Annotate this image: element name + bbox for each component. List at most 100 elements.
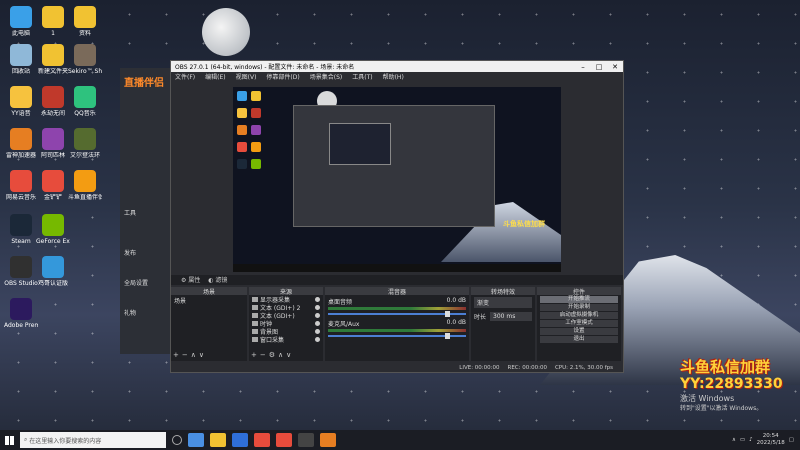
desktop-icon[interactable]: 艾尔登法环 [68,128,102,159]
source-row[interactable]: 窗口采集 [249,335,323,344]
desktop-icon[interactable]: QQ音乐 [68,86,102,117]
bg-app-item[interactable]: 工具 [124,208,136,217]
desktop-icon[interactable]: Sekiro™ Shadow... [68,44,102,75]
desktop-icon[interactable]: Steam [4,214,38,245]
obs-title: OBS 27.0.1 (64-bit, windows) - 配置文件: 未命名… [175,64,355,71]
gear-icon[interactable]: ⚙ [181,277,186,284]
filter-icon[interactable]: ◐ [208,277,213,284]
sources-controls[interactable]: +−⚙∧∨ [251,351,294,359]
monitor-icon [252,296,258,302]
eye-icon[interactable] [315,312,320,318]
volume-icon[interactable]: ♪ [749,437,753,443]
filters-button[interactable]: 滤镜 [215,277,227,284]
douyu-icon[interactable] [320,433,336,447]
app-icon [74,44,96,66]
app-icon [74,6,96,28]
controls-header: 控件 [537,287,621,296]
menu-tools[interactable]: 工具(T) [352,72,372,81]
desktop-icon-label: 新建文件夹 [37,68,68,75]
bg-app-item[interactable]: 礼物 [124,308,136,317]
obs-taskbar-icon[interactable] [298,433,314,447]
desktop-icon[interactable]: 阿司匹林 [36,128,70,159]
maximize-icon[interactable]: □ [591,63,607,71]
scene-item[interactable]: 场景 [171,295,247,306]
desktop-icon[interactable]: Adobe Premie... [4,298,38,329]
desktop-icon-label: YY语音 [11,110,31,117]
eye-icon[interactable] [315,320,320,326]
network-icon[interactable]: ▭ [740,437,745,443]
eye-icon[interactable] [315,304,320,310]
obs-titlebar[interactable]: OBS 27.0.1 (64-bit, windows) - 配置文件: 未命名… [171,61,623,72]
image-icon [252,328,258,334]
volume-slider[interactable] [328,311,466,317]
bg-app-item[interactable]: 全局设置 [124,278,148,287]
desktop-icon[interactable]: 此电脑 [4,6,38,37]
transition-select[interactable]: 渐变 [471,295,535,310]
text-icon [252,312,258,318]
desktop-icon[interactable]: 金铲铲 [36,170,70,201]
task-view-icon[interactable] [188,433,204,447]
app-icon [10,128,32,150]
start-button[interactable] [0,430,18,450]
file-explorer-icon[interactable] [210,433,226,447]
weibo-icon[interactable] [276,433,292,447]
menu-file[interactable]: 文件(F) [175,72,195,81]
app-icon [10,214,32,236]
taskbar-search[interactable]: ⌕ 在这里输入你要搜索的内容 [20,432,166,448]
app-icon [74,128,96,150]
eye-icon[interactable] [315,296,320,302]
desktop-icon[interactable]: 鸡哥认证版 [36,256,70,287]
desktop-icon[interactable]: 永劫无间 [36,86,70,117]
desktop-icon[interactable]: 资料 [68,6,102,37]
sources-dock: 来源 显示器采集 文本 (GDI+) 2 文本 (GDI+) 时钟 背景图 窗口… [249,287,323,361]
app-icon [10,6,32,28]
desktop-icon[interactable]: 1 [36,6,70,37]
desktop-icon[interactable]: OBS Studio [4,256,38,287]
properties-button[interactable]: 属性 [188,277,200,284]
search-placeholder: 在这里输入你要搜索的内容 [29,437,102,445]
studio-mode-button[interactable]: 工作室模式 [540,320,618,327]
vscode-icon[interactable] [232,433,248,447]
desktop-icon[interactable]: 新建文件夹 [36,44,70,75]
desktop-icon-label: 鸡哥认证版 [37,280,68,287]
start-recording-button[interactable]: 开始录制 [540,304,618,311]
duration-input[interactable]: 300 ms [490,312,532,321]
scenes-controls[interactable]: +−∧∨ [173,351,207,359]
menu-scene-collection[interactable]: 场景集合(S) [310,72,343,81]
preview-nested-obs [293,105,495,227]
netease-icon[interactable] [254,433,270,447]
chevron-up-icon[interactable]: ∧ [732,437,736,443]
desktop-icon-label: 永劫无间 [40,110,65,117]
desktop-icon[interactable]: 回收站 [4,44,38,75]
window-icon [252,336,258,342]
background-app-window[interactable]: 直播伴侣 工具 发布 全局设置 礼物 [120,68,172,354]
settings-button[interactable]: 设置 [540,328,618,335]
menu-edit[interactable]: 编辑(E) [205,72,225,81]
cpu-status: CPU: 2.1%, 30.00 fps [554,364,613,371]
obs-preview[interactable]: 斗鱼私信加群 [233,87,561,272]
eye-icon[interactable] [315,336,320,342]
menu-docks[interactable]: 停靠部件(D) [266,72,299,81]
start-streaming-button[interactable]: 开始推流 [540,296,618,303]
cortana-icon[interactable] [172,435,182,445]
desktop-icon-label: 艾尔登法环 [69,152,100,159]
desktop-icon[interactable]: 斗鱼直播伴侣 [68,170,102,201]
desktop-icon[interactable]: YY语音 [4,86,38,117]
clock[interactable]: 20:54 2022/5/18 [757,433,785,447]
bg-app-item[interactable]: 发布 [124,248,136,257]
volume-slider[interactable] [328,333,466,339]
menu-help[interactable]: 帮助(H) [383,72,404,81]
desktop-icon[interactable]: 雷神加速器 [4,128,38,159]
minimize-icon[interactable]: – [575,63,591,71]
exit-button[interactable]: 退出 [540,336,618,343]
app-icon [42,170,64,192]
virtual-camera-button[interactable]: 启动虚拟摄像机 [540,312,618,319]
notification-icon[interactable]: ▢ [789,437,794,443]
desktop-icon[interactable]: 网易云音乐 [4,170,38,201]
close-icon[interactable]: ✕ [607,63,623,71]
eye-icon[interactable] [315,328,320,334]
menu-view[interactable]: 视图(V) [236,72,257,81]
desktop-icon[interactable]: GeForce Experience [36,214,70,245]
app-icon [10,298,32,320]
mixer-channel: 麦克风/Aux 0.0 dB [325,317,469,339]
